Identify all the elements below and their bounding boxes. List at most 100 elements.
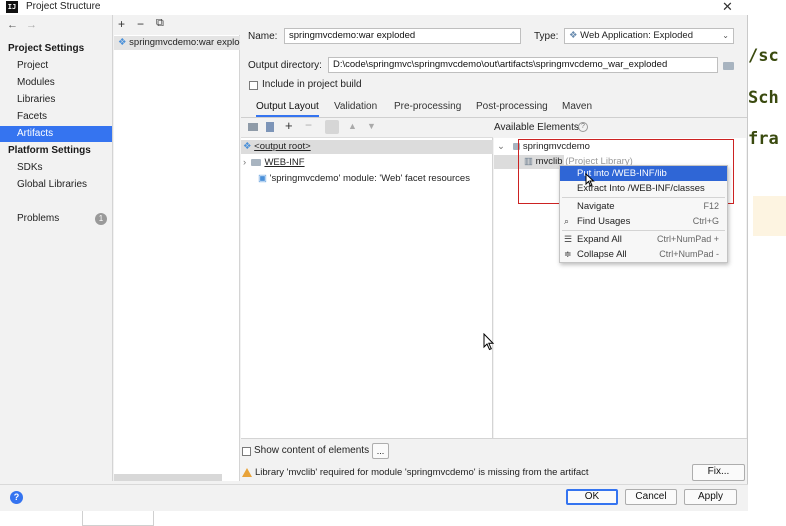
menu-item-label: Navigate: [577, 201, 615, 212]
window-title: Project Structure: [26, 1, 101, 12]
menu-separator: [562, 197, 725, 198]
tab-validation[interactable]: Validation: [334, 100, 377, 117]
tree-item-web-inf[interactable]: › WEB-INF: [243, 157, 305, 168]
archive-icon[interactable]: [266, 122, 274, 132]
collapse-arrow-icon: ⌄: [497, 141, 513, 152]
menu-separator: [562, 230, 725, 231]
folder-icon: [723, 62, 734, 70]
artifact-item-label: springmvcdemo:war exploded: [129, 37, 240, 48]
output-directory-label: Output directory:: [248, 60, 322, 71]
artifacts-toolbar: [114, 15, 240, 35]
output-root-icon: ❖: [243, 141, 255, 152]
help-icon[interactable]: ?: [10, 491, 23, 504]
pointer-icon: [585, 173, 595, 187]
ok-button[interactable]: OK: [566, 489, 618, 505]
menu-item-label: Collapse All: [577, 249, 627, 260]
menu-item-label: Extract Into /WEB-INF/classes: [577, 183, 705, 194]
browse-folder-icon[interactable]: [722, 58, 735, 72]
help-icon[interactable]: ?: [578, 122, 588, 132]
show-content-options-button[interactable]: ...: [372, 443, 389, 459]
mouse-cursor-icon: [483, 333, 495, 351]
expand-all-icon: ☰: [564, 234, 573, 244]
sort-icon[interactable]: [325, 120, 339, 134]
code-fragment: /sc: [748, 46, 779, 66]
horizontal-scrollbar[interactable]: [114, 474, 222, 481]
type-select[interactable]: ❖ Web Application: Exploded ⌄: [564, 28, 734, 44]
chevron-down-icon: ⌄: [722, 31, 729, 40]
add-icon[interactable]: +: [118, 17, 125, 31]
tree-item-facet-resources[interactable]: ▣ 'springmvcdemo' module: 'Web' facet re…: [258, 173, 470, 184]
code-fragment: Sch: [748, 88, 779, 108]
type-select-value: Web Application: Exploded: [580, 30, 694, 41]
collapse-all-icon: ≑: [564, 249, 572, 259]
section-project-settings: Project Settings: [8, 43, 85, 54]
apply-button[interactable]: Apply: [684, 489, 737, 505]
add-copy-icon[interactable]: +: [285, 118, 293, 133]
tree-item-label: WEB-INF: [264, 157, 305, 168]
remove-element-icon[interactable]: −: [305, 118, 312, 132]
warning-message: Library 'mvclib' required for module 'sp…: [255, 467, 589, 478]
available-elements-label: Available Elements: [494, 122, 579, 133]
menu-item-expand-all[interactable]: ☰ Expand All Ctrl+NumPad +: [560, 232, 727, 247]
background-tab: [82, 511, 154, 526]
artifact-icon: ❖: [118, 37, 130, 48]
background-editor: /sc Sch fra: [748, 0, 786, 526]
cancel-button[interactable]: Cancel: [625, 489, 677, 505]
back-arrow-icon[interactable]: ←: [7, 19, 18, 31]
show-content-label: Show content of elements: [254, 445, 370, 456]
move-up-icon[interactable]: ▲: [348, 121, 357, 131]
menu-item-label: Find Usages: [577, 216, 631, 227]
forward-arrow-icon[interactable]: →: [26, 19, 37, 31]
artifacts-list: [114, 15, 240, 481]
menu-item-collapse-all[interactable]: ≑ Collapse All Ctrl+NumPad -: [560, 247, 727, 262]
folder-icon: [251, 158, 262, 166]
fix-button[interactable]: Fix...: [692, 464, 745, 481]
show-content-checkbox[interactable]: [242, 447, 251, 456]
menu-item-shortcut: Ctrl+NumPad -: [659, 249, 719, 259]
sidebar-item-project[interactable]: Project: [0, 58, 112, 74]
include-in-build-checkbox[interactable]: [249, 81, 258, 90]
remove-icon[interactable]: −: [137, 17, 144, 31]
menu-item-navigate[interactable]: Navigate F12: [560, 199, 727, 214]
menu-item-shortcut: Ctrl+NumPad +: [656, 234, 719, 244]
sidebar-item-sdks[interactable]: SDKs: [0, 160, 112, 176]
menu-item-find-usages[interactable]: ⌕ Find Usages Ctrl+G: [560, 214, 727, 229]
sidebar-item-global-libraries[interactable]: Global Libraries: [0, 177, 112, 193]
web-app-icon: ❖: [569, 30, 581, 41]
tab-pre-processing[interactable]: Pre-processing: [394, 100, 461, 117]
name-label: Name:: [248, 31, 278, 42]
available-elements-header: Available Elements ?: [494, 118, 746, 138]
output-layout-toolbar: + − ▲ ▼: [241, 118, 493, 138]
tab-post-processing[interactable]: Post-processing: [476, 100, 548, 117]
name-field[interactable]: springmvcdemo:war exploded: [284, 28, 521, 44]
intellij-icon: IJ: [6, 1, 18, 13]
expand-arrow-icon: ›: [243, 157, 252, 168]
warning-icon: [242, 468, 252, 477]
close-icon[interactable]: ✕: [722, 0, 733, 15]
output-root-label: <output root>: [254, 141, 311, 152]
tree-item-label: 'springmvcdemo' module: 'Web' facet reso…: [269, 173, 470, 184]
sidebar-item-libraries[interactable]: Libraries: [0, 92, 112, 108]
sidebar-item-artifacts[interactable]: Artifacts: [0, 126, 112, 142]
search-icon: ⌕: [564, 216, 570, 226]
move-down-icon[interactable]: ▼: [367, 121, 376, 131]
output-root-item[interactable]: ❖ <output root>: [243, 141, 311, 152]
menu-item-shortcut: F12: [703, 201, 719, 211]
menu-item-shortcut: Ctrl+G: [692, 216, 719, 226]
include-in-build-label: Include in project build: [262, 79, 362, 90]
artifact-item[interactable]: ❖ springmvcdemo:war exploded: [114, 36, 240, 50]
facet-resources-icon: ▣: [258, 173, 270, 184]
type-label: Type:: [534, 31, 559, 42]
sidebar-item-facets[interactable]: Facets: [0, 109, 112, 125]
tab-maven[interactable]: Maven: [562, 100, 592, 117]
problems-count-badge: 1: [95, 213, 107, 225]
copy-icon[interactable]: ⧉: [156, 17, 164, 30]
title-bar: IJ Project Structure ✕: [0, 0, 748, 15]
tab-output-layout[interactable]: Output Layout: [256, 100, 319, 117]
new-directory-icon[interactable]: [248, 123, 258, 131]
code-fragment: fra: [748, 129, 779, 149]
section-platform-settings: Platform Settings: [8, 145, 91, 156]
sidebar-item-modules[interactable]: Modules: [0, 75, 112, 91]
output-directory-field[interactable]: D:\code\springmvc\springmvcdemo\out\arti…: [328, 57, 718, 73]
highlight-strip: [753, 196, 786, 236]
